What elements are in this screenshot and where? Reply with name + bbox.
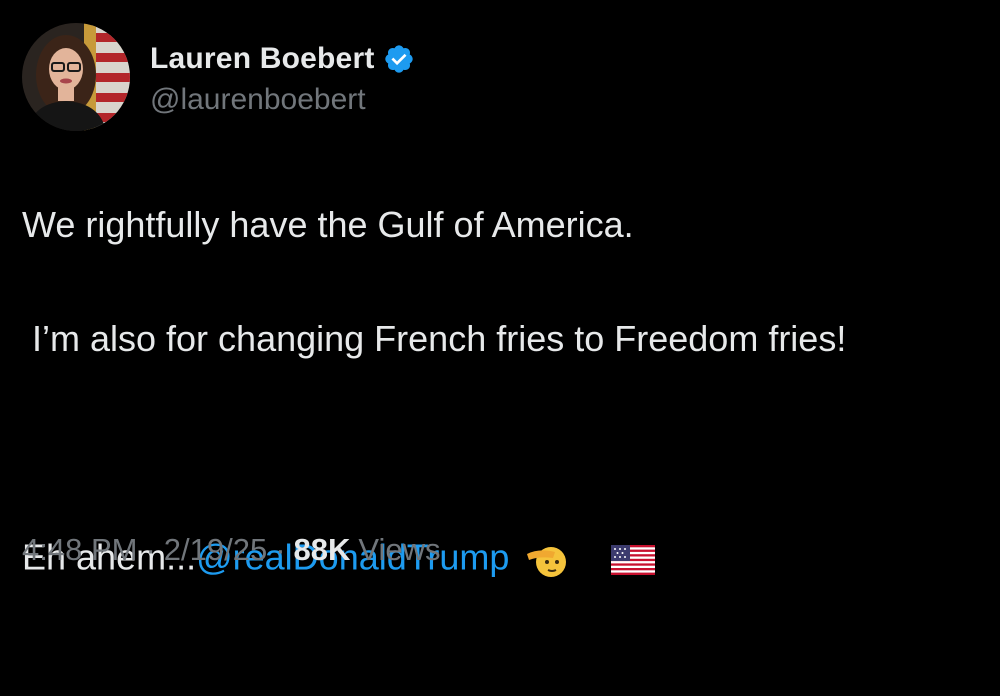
tweet-line-1: We rightfully have the Gulf of America. (22, 204, 634, 245)
author-handle[interactable]: @laurenboebert (150, 83, 415, 117)
tweet-text: We rightfully have the Gulf of America. … (22, 196, 982, 578)
name-row: Lauren Boebert (150, 37, 415, 81)
tweet-card: Lauren Boebert @laurenboebert We rightfu… (0, 0, 1000, 590)
tweet-line-3: Eh ahem...@realDonaldTrump (22, 424, 982, 578)
tweet-header: Lauren Boebert @laurenboebert (22, 22, 415, 132)
tweet-meta: 4:48 PM · 2/19/25 · 88K Views (22, 532, 441, 568)
author-names: Lauren Boebert @laurenboebert (150, 23, 415, 131)
author-display-name[interactable]: Lauren Boebert (150, 42, 375, 76)
views-label: Views (358, 532, 441, 567)
avatar[interactable] (22, 23, 130, 131)
us-flag-icon (611, 429, 691, 691)
verified-badge-icon[interactable] (383, 43, 415, 75)
tweet-date[interactable]: 2/19/25 (164, 532, 267, 568)
profile-photo-icon (22, 23, 130, 131)
tweet-time[interactable]: 4:48 PM (22, 532, 137, 568)
meta-separator: · (275, 532, 286, 567)
saluting-face-icon (525, 424, 605, 696)
meta-separator: · (145, 532, 156, 567)
tweet-line-2: I’m also for changing French fries to Fr… (22, 318, 847, 359)
views-count: 88K (293, 532, 351, 567)
